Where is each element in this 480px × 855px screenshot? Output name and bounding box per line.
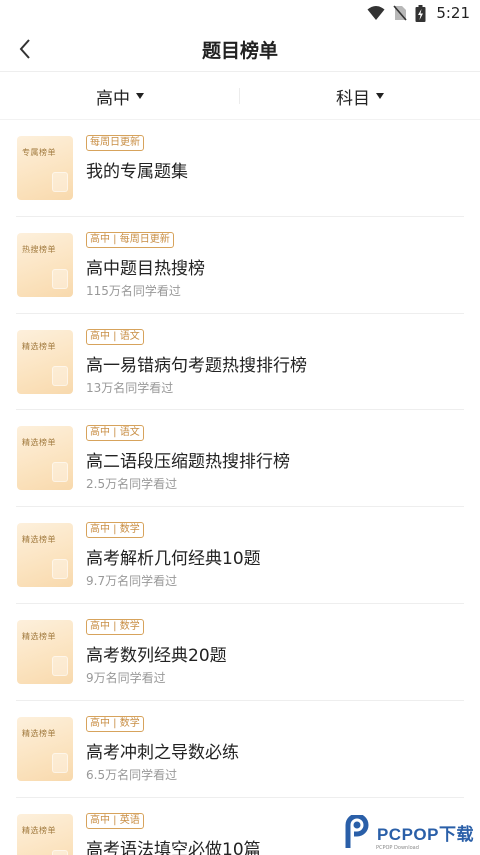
watermark-subtitle: PCPOP Download	[375, 845, 419, 851]
cover-decoration	[52, 462, 68, 483]
item-tag: 高中 | 语文	[86, 328, 144, 345]
cover-label: 精选榜单	[22, 825, 56, 835]
cover-decoration	[52, 559, 68, 580]
status-time: 5:21	[436, 4, 470, 22]
item-title: 高中题目热搜榜	[86, 258, 205, 279]
item-title: 高二语段压缩题热搜排行榜	[86, 452, 290, 473]
status-bar: 5:21	[0, 0, 480, 26]
no-sim-icon	[393, 5, 407, 21]
pcpop-logo-icon	[345, 815, 369, 848]
watermark-brand: PCPOP下载	[376, 824, 474, 844]
cover-decoration	[52, 268, 68, 289]
item-title: 高考冲刺之导数必练	[86, 742, 239, 763]
item-title: 高考解析几何经典10题	[86, 549, 261, 570]
caret-down-icon	[136, 93, 144, 99]
cover-label: 精选榜单	[22, 631, 56, 641]
list-item[interactable]: 热搜榜单 高中 | 每周日更新 高中题目热搜榜 115万名同学看过	[16, 217, 464, 314]
cover-label: 精选榜单	[22, 728, 56, 738]
subject-filter-label: 科目	[336, 88, 370, 109]
item-view-count: 6.5万名同学看过	[86, 767, 178, 782]
level-filter-label: 高中	[96, 88, 130, 109]
item-tag: 高中 | 数学	[86, 522, 144, 539]
cover-label: 精选榜单	[22, 535, 56, 545]
item-view-count: 13万名同学看过	[86, 380, 174, 395]
cover-decoration	[52, 655, 68, 676]
cover-image: 精选榜单	[17, 716, 73, 781]
list-item[interactable]: 专属榜单 每周日更新 我的专属题集	[16, 120, 464, 217]
page-title: 题目榜单	[201, 40, 278, 62]
wifi-icon	[367, 6, 385, 20]
list-item[interactable]: 精选榜单 高中 | 数学 高考解析几何经典10题 9.7万名同学看过	[16, 507, 464, 604]
list-item[interactable]: 精选榜单 高中 | 语文 高一易错病句考题热搜排行榜 13万名同学看过	[16, 314, 464, 411]
cover-label: 精选榜单	[22, 341, 56, 351]
item-tag: 高中 | 数学	[86, 618, 144, 635]
item-title: 高考数列经典20题	[86, 645, 227, 666]
list-item[interactable]: 精选榜单 高中 | 语文 高二语段压缩题热搜排行榜 2.5万名同学看过	[16, 410, 464, 508]
level-filter[interactable]: 高中	[0, 72, 240, 120]
cover-decoration	[52, 849, 68, 855]
cover-label: 热搜榜单	[22, 244, 56, 254]
cover-image: 精选榜单	[17, 329, 73, 394]
item-view-count: 115万名同学看过	[86, 283, 181, 298]
cover-label: 专属榜单	[22, 148, 56, 157]
item-tag: 每周日更新	[86, 135, 144, 151]
item-view-count: 2.5万名同学看过	[86, 477, 178, 492]
list-item[interactable]: 精选榜单 高中 | 数学 高考冲刺之导数必练 6.5万名同学看过	[16, 701, 464, 798]
item-tag: 高中 | 语文	[86, 425, 144, 442]
cover-image: 热搜榜单	[17, 232, 73, 297]
item-title: 我的专属题集	[86, 162, 188, 182]
list-item[interactable]: 精选榜单 高中 | 数学 高考数列经典20题 9万名同学看过	[16, 604, 464, 701]
ranking-list: 专属榜单 每周日更新 我的专属题集 热搜榜单 高中 | 每周日更新 高中题目热搜…	[0, 120, 480, 855]
nav-bar: 题目榜单	[0, 26, 480, 72]
cover-decoration	[52, 365, 68, 386]
item-tag: 高中 | 数学	[86, 715, 144, 732]
item-view-count: 9万名同学看过	[86, 670, 166, 685]
cover-label: 精选榜单	[22, 438, 56, 448]
caret-down-icon	[376, 93, 384, 99]
item-view-count: 9.7万名同学看过	[86, 574, 178, 589]
cover-decoration	[52, 172, 68, 192]
item-title: 高考语法填空必做10篇	[86, 839, 261, 855]
cover-image: 精选榜单	[17, 426, 73, 491]
battery-charging-icon	[415, 4, 426, 22]
item-tag: 高中 | 每周日更新	[86, 231, 174, 248]
cover-image: 精选榜单	[17, 619, 73, 684]
item-tag: 高中 | 英语	[86, 812, 144, 829]
item-title: 高一易错病句考题热搜排行榜	[86, 355, 307, 376]
cover-image: 精选榜单	[17, 813, 73, 855]
filter-bar: 高中 科目	[0, 72, 480, 120]
status-icons: 5:21	[367, 4, 470, 22]
cover-image: 专属榜单	[17, 136, 73, 200]
cover-decoration	[52, 752, 68, 773]
subject-filter[interactable]: 科目	[240, 72, 480, 120]
watermark: PCPOP下载 PCPOP Download	[343, 815, 474, 851]
cover-image: 精选榜单	[17, 523, 73, 588]
